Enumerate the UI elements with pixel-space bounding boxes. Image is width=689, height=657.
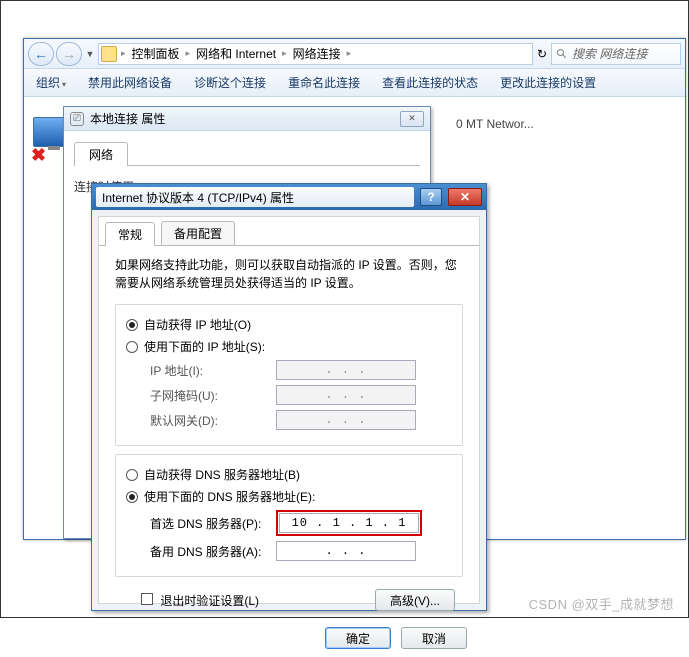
tab-network[interactable]: 网络 bbox=[74, 142, 128, 166]
breadcrumb-part[interactable]: 网络和 Internet bbox=[194, 45, 278, 62]
toolbar-diagnose[interactable]: 诊断这个连接 bbox=[194, 74, 266, 91]
highlight-box: 10 . 1 . 1 . 1 bbox=[276, 510, 422, 536]
breadcrumb-part[interactable]: 控制面板 bbox=[130, 45, 182, 62]
preferred-dns-label: 首选 DNS 服务器(P): bbox=[150, 515, 270, 532]
properties-icon: ⎚ bbox=[70, 112, 84, 126]
close-button[interactable]: ✕ bbox=[448, 188, 482, 206]
dlg1-tabs: 网络 bbox=[74, 141, 420, 166]
ipv4-properties-dialog: Internet 协议版本 4 (TCP/IPv4) 属性 ? ✕ 常规 备用配… bbox=[91, 183, 487, 611]
toolbar-organize[interactable]: 组织 bbox=[36, 74, 66, 91]
description-text: 如果网络支持此功能，则可以获取自动指派的 IP 设置。否则，您需要从网络系统管理… bbox=[115, 256, 463, 292]
default-gateway-field: . . . bbox=[276, 410, 416, 430]
chevron-right-icon: ▸ bbox=[184, 48, 193, 59]
alternate-dns-field[interactable]: . . . bbox=[276, 541, 416, 561]
nav-fwd-button[interactable]: → bbox=[56, 42, 82, 66]
default-gateway-label: 默认网关(D): bbox=[150, 412, 270, 429]
toolbar-view-status[interactable]: 查看此连接的状态 bbox=[382, 74, 478, 91]
alternate-dns-label: 备用 DNS 服务器(A): bbox=[150, 543, 270, 560]
radio-dns-manual-label: 使用下面的 DNS 服务器地址(E): bbox=[144, 488, 315, 505]
subnet-mask-label: 子网掩码(U): bbox=[150, 387, 270, 404]
chevron-right-icon: ▸ bbox=[280, 48, 289, 59]
ok-button[interactable]: 确定 bbox=[325, 627, 391, 649]
checkbox-icon[interactable] bbox=[141, 593, 153, 605]
refresh-button[interactable]: ↻ bbox=[535, 47, 549, 61]
dlg2-title: Internet 协议版本 4 (TCP/IPv4) 属性 bbox=[96, 187, 414, 207]
close-button[interactable]: ✕ bbox=[400, 111, 424, 127]
tab-general[interactable]: 常规 bbox=[105, 222, 155, 246]
adapter-text: 0 MT Networ... bbox=[456, 117, 534, 131]
dlg2-titlebar[interactable]: Internet 协议版本 4 (TCP/IPv4) 属性 ? ✕ bbox=[92, 184, 486, 210]
radio-ip-manual-label: 使用下面的 IP 地址(S): bbox=[144, 338, 265, 355]
nav-bar: ← → ▼ ▸ 控制面板 ▸ 网络和 Internet ▸ 网络连接 ▸ ↻ 搜… bbox=[24, 39, 685, 69]
tab-alternate[interactable]: 备用配置 bbox=[161, 221, 235, 245]
breadcrumb-part[interactable]: 网络连接 bbox=[291, 45, 343, 62]
preferred-dns-field[interactable]: 10 . 1 . 1 . 1 bbox=[279, 513, 419, 533]
subnet-mask-field: . . . bbox=[276, 385, 416, 405]
radio-ip-auto[interactable] bbox=[126, 319, 138, 331]
dialog-footer: 确定 取消 bbox=[99, 619, 479, 657]
search-placeholder: 搜索 网络连接 bbox=[572, 45, 647, 62]
advanced-button[interactable]: 高级(V)... bbox=[375, 589, 455, 611]
dlg2-tabs: 常规 备用配置 bbox=[99, 221, 479, 246]
ip-group: 自动获得 IP 地址(O) 使用下面的 IP 地址(S): IP 地址(I): … bbox=[115, 304, 463, 446]
ip-address-label: IP 地址(I): bbox=[150, 362, 270, 379]
help-button[interactable]: ? bbox=[420, 188, 442, 206]
radio-dns-auto[interactable] bbox=[126, 469, 138, 481]
cancel-button[interactable]: 取消 bbox=[401, 627, 467, 649]
chevron-right-icon: ▸ bbox=[119, 48, 128, 59]
validate-label: 退出时验证设置(L) bbox=[160, 594, 259, 608]
dns-group: 自动获得 DNS 服务器地址(B) 使用下面的 DNS 服务器地址(E): 首选… bbox=[115, 454, 463, 577]
validate-on-exit[interactable]: 退出时验证设置(L) bbox=[141, 592, 259, 609]
ip-address-field: . . . bbox=[276, 360, 416, 380]
dlg1-title: 本地连接 属性 bbox=[90, 110, 394, 127]
folder-icon bbox=[101, 46, 117, 62]
radio-dns-manual[interactable] bbox=[126, 491, 138, 503]
nav-history-dropdown[interactable]: ▼ bbox=[84, 49, 96, 59]
search-input[interactable]: 搜索 网络连接 bbox=[551, 43, 681, 65]
toolbar-change-settings[interactable]: 更改此连接的设置 bbox=[500, 74, 596, 91]
toolbar-disable[interactable]: 禁用此网络设备 bbox=[88, 74, 172, 91]
nav-back-button[interactable]: ← bbox=[28, 42, 54, 66]
chevron-right-icon: ▸ bbox=[345, 48, 354, 59]
radio-dns-auto-label: 自动获得 DNS 服务器地址(B) bbox=[144, 466, 300, 483]
dlg1-titlebar[interactable]: ⎚ 本地连接 属性 ✕ bbox=[64, 107, 430, 131]
search-icon bbox=[556, 48, 568, 60]
radio-ip-auto-label: 自动获得 IP 地址(O) bbox=[144, 316, 251, 333]
watermark: CSDN @双手_成就梦想 bbox=[529, 594, 674, 613]
red-x-icon: ✖ bbox=[31, 145, 46, 166]
breadcrumb[interactable]: ▸ 控制面板 ▸ 网络和 Internet ▸ 网络连接 ▸ bbox=[98, 43, 533, 65]
toolbar: 组织 禁用此网络设备 诊断这个连接 重命名此连接 查看此连接的状态 更改此连接的… bbox=[24, 69, 685, 97]
radio-ip-manual[interactable] bbox=[126, 341, 138, 353]
toolbar-rename[interactable]: 重命名此连接 bbox=[288, 74, 360, 91]
